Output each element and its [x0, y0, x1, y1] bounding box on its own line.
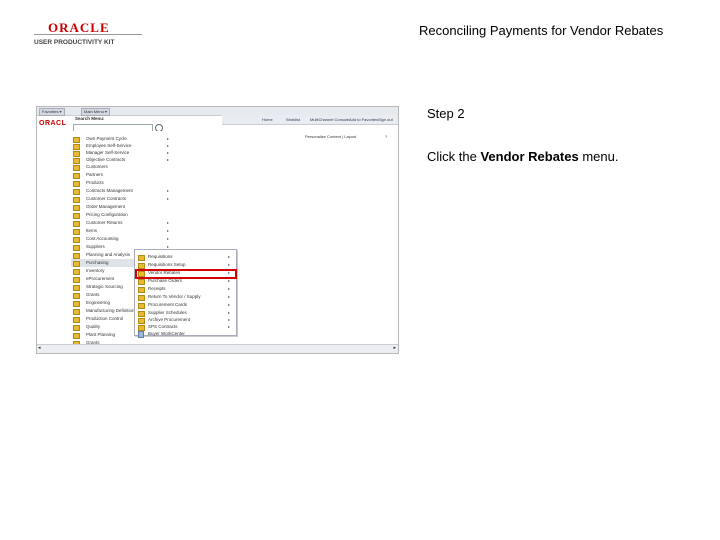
help-icon[interactable]: ? [385, 134, 387, 139]
target-highlight [135, 269, 237, 279]
submenu-item[interactable]: Requisitions Setup ▸ [135, 261, 236, 269]
link-worklist[interactable]: Worklist [286, 117, 300, 122]
horizontal-scrollbar[interactable]: ◂ ▸ [37, 344, 398, 353]
menu-item[interactable]: Items ▸ [71, 227, 173, 235]
link-multichannel[interactable]: MultiChannel Console [310, 117, 349, 122]
personalize-link[interactable]: Personalize Content | Layout [305, 134, 356, 139]
menu-item[interactable]: Order Management [71, 203, 173, 211]
menu-item[interactable]: Customer Returns ▸ [71, 219, 173, 227]
menu-item[interactable]: Pricing Configuration [71, 211, 173, 219]
link-sign-out[interactable]: Sign out [378, 117, 393, 122]
menu-item[interactable]: Products [71, 179, 173, 187]
scroll-left-icon[interactable]: ◂ [38, 345, 41, 351]
tab-main-menu[interactable]: Main Menu ▾ [81, 108, 110, 116]
menu-search: Search Menu: [71, 116, 163, 132]
submenu-item[interactable]: Receipts ▸ [135, 285, 236, 293]
document-title: Reconciling Payments for Vendor Rebates [419, 23, 664, 38]
page-icon [138, 331, 144, 338]
header-links: Home Worklist MultiChannel Console Add t… [222, 115, 398, 125]
link-home[interactable]: Home [262, 117, 273, 122]
menu-item[interactable]: Customers [71, 163, 173, 171]
logo-divider [34, 34, 142, 35]
submenu-item[interactable]: Return To Vendor / Supply ▸ [135, 293, 236, 301]
instruction-target: Vendor Rebates [480, 149, 579, 164]
tab-favorites[interactable]: Favorites ▾ [39, 108, 65, 116]
search-label: Search Menu: [75, 116, 105, 121]
scroll-right-icon[interactable]: ▸ [393, 345, 396, 351]
menu-item[interactable]: Partners [71, 171, 173, 179]
logo-subtitle: USER PRODUCTIVITY KIT [34, 39, 115, 46]
menu-item[interactable]: Contracts Management ▸ [71, 187, 173, 195]
step-instruction: Click the Vendor Rebates menu. [427, 149, 619, 164]
step-label: Step 2 [427, 106, 465, 121]
link-add-favorites[interactable]: Add to Favorites [349, 117, 378, 122]
screenshot-thumbnail: Favorites ▾ Main Menu ▾ ORACL Search Men… [36, 106, 399, 354]
submenu-item[interactable]: Requisitions ▸ [135, 253, 236, 261]
menu-item[interactable]: Cost Accounting ▸ [71, 235, 173, 243]
submenu-item[interactable]: Buyer WorkCenter [135, 330, 236, 338]
menu-item[interactable]: Customer Contracts ▸ [71, 195, 173, 203]
oracle-logo: ORACLE USER PRODUCTIVITY KIT [34, 20, 142, 50]
purchasing-submenu: Requisitions ▸ Requisitions Setup ▸ Vendor… [134, 249, 237, 338]
screenshot-oracle-mark: ORACL [39, 120, 67, 127]
submenu-item[interactable]: Procurement Cards ▸ [135, 301, 236, 309]
